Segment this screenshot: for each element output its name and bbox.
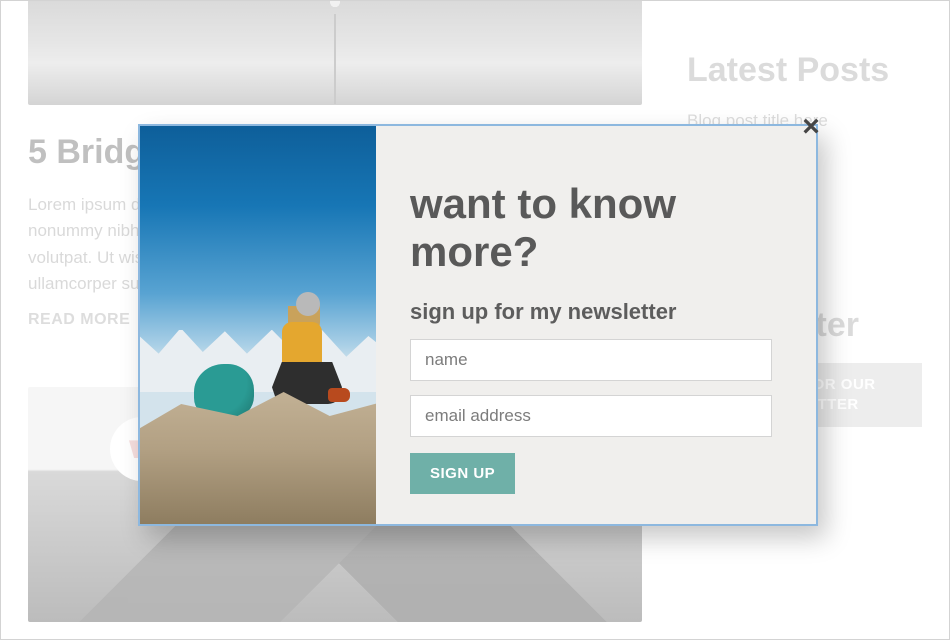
- read-more-link[interactable]: READ MORE: [28, 311, 130, 329]
- latest-posts-heading: Latest Posts: [687, 52, 922, 89]
- modal-body: want to know more? sign up for my newsle…: [376, 126, 816, 524]
- modal-subtitle: sign up for my newsletter: [410, 299, 772, 325]
- newsletter-modal: × want to know more? sign up for my news…: [138, 124, 818, 526]
- modal-image: [140, 126, 376, 524]
- modal-title: want to know more?: [410, 180, 772, 277]
- hiker-icon: [258, 292, 344, 412]
- email-input[interactable]: [410, 395, 772, 437]
- signup-button[interactable]: SIGN UP: [410, 453, 515, 494]
- close-icon[interactable]: ×: [798, 118, 824, 144]
- post-hero-image: [28, 0, 642, 105]
- name-input[interactable]: [410, 339, 772, 381]
- backpack-icon: [194, 364, 254, 418]
